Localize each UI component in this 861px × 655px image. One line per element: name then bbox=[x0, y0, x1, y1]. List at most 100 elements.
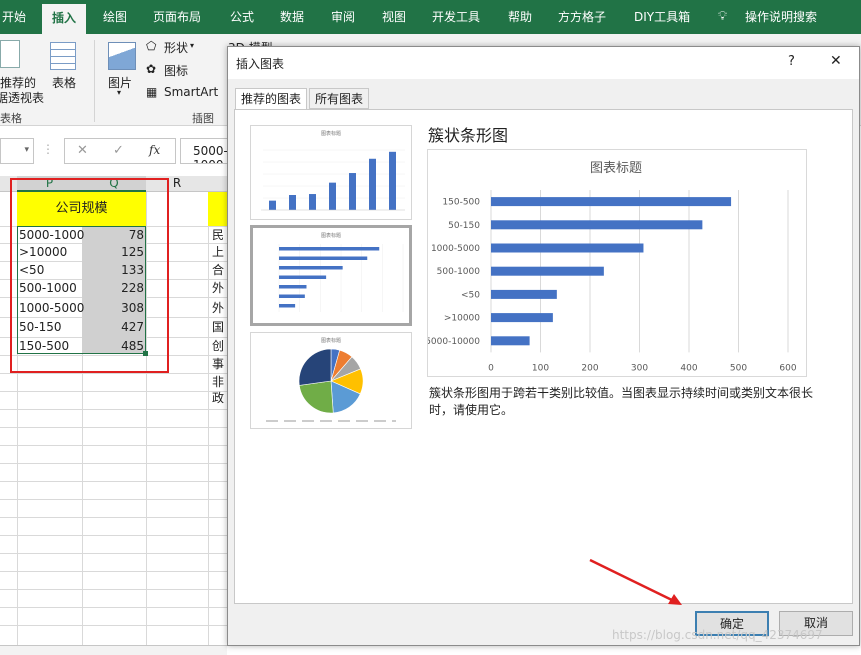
cancel-icon[interactable]: ✕ bbox=[77, 143, 88, 158]
category-label: 500-1000 bbox=[437, 267, 481, 277]
tab-all-charts[interactable]: 所有图表 bbox=[309, 88, 370, 109]
category-cell[interactable]: 政 bbox=[212, 390, 226, 407]
thumb-title: 图表标题 bbox=[321, 232, 341, 239]
tab-view[interactable]: 视图 bbox=[382, 0, 406, 34]
chevron-down-icon[interactable]: ▾ bbox=[190, 41, 194, 50]
enter-icon[interactable]: ✓ bbox=[113, 143, 124, 158]
grid-line bbox=[0, 391, 227, 392]
grid-line bbox=[0, 373, 227, 374]
illustrations-group-label: 插图 bbox=[192, 112, 214, 125]
tab-diy-toolbox[interactable]: DIY工具箱 bbox=[634, 0, 690, 34]
smartart-button[interactable]: SmartArt bbox=[164, 85, 218, 99]
thumb-column bbox=[309, 194, 316, 210]
grid-line bbox=[0, 427, 227, 428]
grid-line bbox=[0, 589, 227, 590]
name-box[interactable]: ▾ bbox=[0, 138, 34, 164]
bar-chart-thumbnail-svg: 图表标题 bbox=[278, 232, 404, 312]
lightbulb-icon[interactable]: 💡︎ bbox=[718, 0, 727, 34]
dialog-title-bar: 插入图表 ? ✕ bbox=[228, 47, 859, 79]
thumb-bar bbox=[279, 266, 343, 270]
dialog-title: 插入图表 bbox=[236, 57, 285, 71]
category-cell[interactable]: 上 bbox=[212, 244, 226, 261]
tab-draw[interactable]: 绘图 bbox=[103, 0, 127, 34]
grid-line bbox=[0, 553, 227, 554]
group-divider bbox=[94, 40, 95, 122]
arrow-shaft bbox=[589, 558, 677, 604]
tab-home[interactable]: 开始 bbox=[2, 0, 26, 34]
smartart-icon: ▦ bbox=[146, 85, 158, 99]
tab-data[interactable]: 数据 bbox=[280, 0, 304, 34]
thumbnail-column-chart[interactable]: 图表标题 bbox=[250, 125, 412, 220]
thumb-bar bbox=[279, 294, 305, 298]
tab-page-layout[interactable]: 页面布局 bbox=[153, 0, 201, 34]
chevron-down-icon[interactable]: ▾ bbox=[117, 88, 121, 97]
table-button[interactable]: 表格 bbox=[52, 74, 76, 91]
icons-button[interactable]: 图标 bbox=[164, 62, 188, 79]
category-label: >10000 bbox=[444, 314, 480, 324]
fx-icon[interactable]: fx bbox=[149, 143, 160, 157]
category-cell[interactable]: 外 bbox=[212, 300, 226, 317]
chevron-down-icon[interactable]: ▾ bbox=[24, 145, 29, 155]
category-label: <50 bbox=[461, 290, 480, 300]
grid-line bbox=[0, 607, 227, 608]
pie-chart-thumbnail-svg: 图表标题 bbox=[266, 337, 396, 422]
ribbon-tab-bar: 开始 插入 绘图 页面布局 公式 数据 审阅 视图 开发工具 帮助 方方格子 D… bbox=[0, 0, 861, 34]
bar-chart-preview: 图表标题 150-500 50-150 1000-5000 500-1000 <50 >1… bbox=[425, 161, 797, 373]
thumb-column bbox=[369, 158, 376, 210]
pie-slice bbox=[298, 348, 332, 386]
x-tick-label: 400 bbox=[680, 363, 697, 373]
tab-recommended-charts[interactable]: 推荐的图表 bbox=[235, 88, 308, 110]
tab-fangfang[interactable]: 方方格子 bbox=[558, 0, 606, 34]
bar bbox=[491, 266, 604, 276]
category-cell[interactable]: 国 bbox=[212, 319, 226, 336]
thumbnail-bar-chart[interactable]: 图表标题 bbox=[250, 225, 412, 326]
category-cell[interactable]: 创 bbox=[212, 338, 226, 355]
thumb-bar bbox=[279, 275, 327, 279]
category-cell[interactable]: 外 bbox=[212, 280, 226, 297]
bar bbox=[491, 243, 644, 253]
grid-line bbox=[0, 409, 227, 410]
category-cell[interactable]: 事 bbox=[212, 356, 226, 373]
grid-line bbox=[0, 481, 227, 482]
bar bbox=[491, 197, 732, 207]
category-cell[interactable]: 合 bbox=[212, 262, 226, 279]
grid-line bbox=[0, 535, 227, 536]
thumb-title: 图表标题 bbox=[321, 130, 341, 137]
category-cell[interactable]: 民 bbox=[212, 227, 226, 244]
category-cell[interactable]: 非 bbox=[212, 374, 226, 391]
tab-insert[interactable]: 插入 bbox=[42, 4, 87, 34]
x-tick-label: 200 bbox=[581, 363, 598, 373]
column-chart-thumbnail-svg: 图表标题 bbox=[261, 130, 405, 211]
shapes-button[interactable]: 形状 bbox=[164, 39, 188, 56]
recommended-pivot-label-2[interactable]: 数据透视表 bbox=[0, 89, 44, 106]
chart-title: 图表标题 bbox=[590, 161, 642, 176]
tab-formulas[interactable]: 公式 bbox=[230, 0, 254, 34]
x-tick-label: 300 bbox=[631, 363, 648, 373]
icons-icon: ✿ bbox=[146, 62, 157, 76]
x-tick-label: 0 bbox=[488, 363, 494, 373]
insert-chart-dialog: 插入图表 ? ✕ 推荐的图表 所有图表 图表标题 图表标题 图表标题 簇状条形图… bbox=[227, 46, 860, 646]
thumbnail-pie-chart[interactable]: 图表标题 bbox=[250, 332, 412, 429]
thumb-column bbox=[349, 173, 356, 210]
grid-line bbox=[0, 625, 227, 626]
tables-group-label: 表格 bbox=[0, 112, 22, 125]
grid-line bbox=[0, 499, 227, 500]
tab-developer[interactable]: 开发工具 bbox=[432, 0, 480, 34]
bar bbox=[491, 336, 530, 346]
red-highlight-box bbox=[10, 178, 169, 373]
sheet-tab-bar bbox=[0, 645, 227, 655]
category-label: 5000-10000 bbox=[428, 337, 480, 347]
formula-input-value: 5000-1000 bbox=[193, 144, 228, 163]
thumb-column bbox=[329, 182, 336, 210]
yellow-header-cell bbox=[208, 192, 227, 226]
close-button[interactable]: ✕ bbox=[830, 53, 842, 69]
pie-slice bbox=[298, 380, 334, 414]
x-tick-label: 600 bbox=[779, 363, 796, 373]
tell-me-search[interactable]: 操作说明搜索 bbox=[745, 0, 817, 34]
help-button[interactable]: ? bbox=[788, 54, 795, 69]
tab-help[interactable]: 帮助 bbox=[508, 0, 532, 34]
watermark: https://blog.csdn.net/qq_42374697 bbox=[612, 628, 823, 642]
tab-review[interactable]: 审阅 bbox=[331, 0, 355, 34]
thumb-bar bbox=[279, 256, 368, 260]
thumb-title: 图表标题 bbox=[321, 337, 341, 344]
